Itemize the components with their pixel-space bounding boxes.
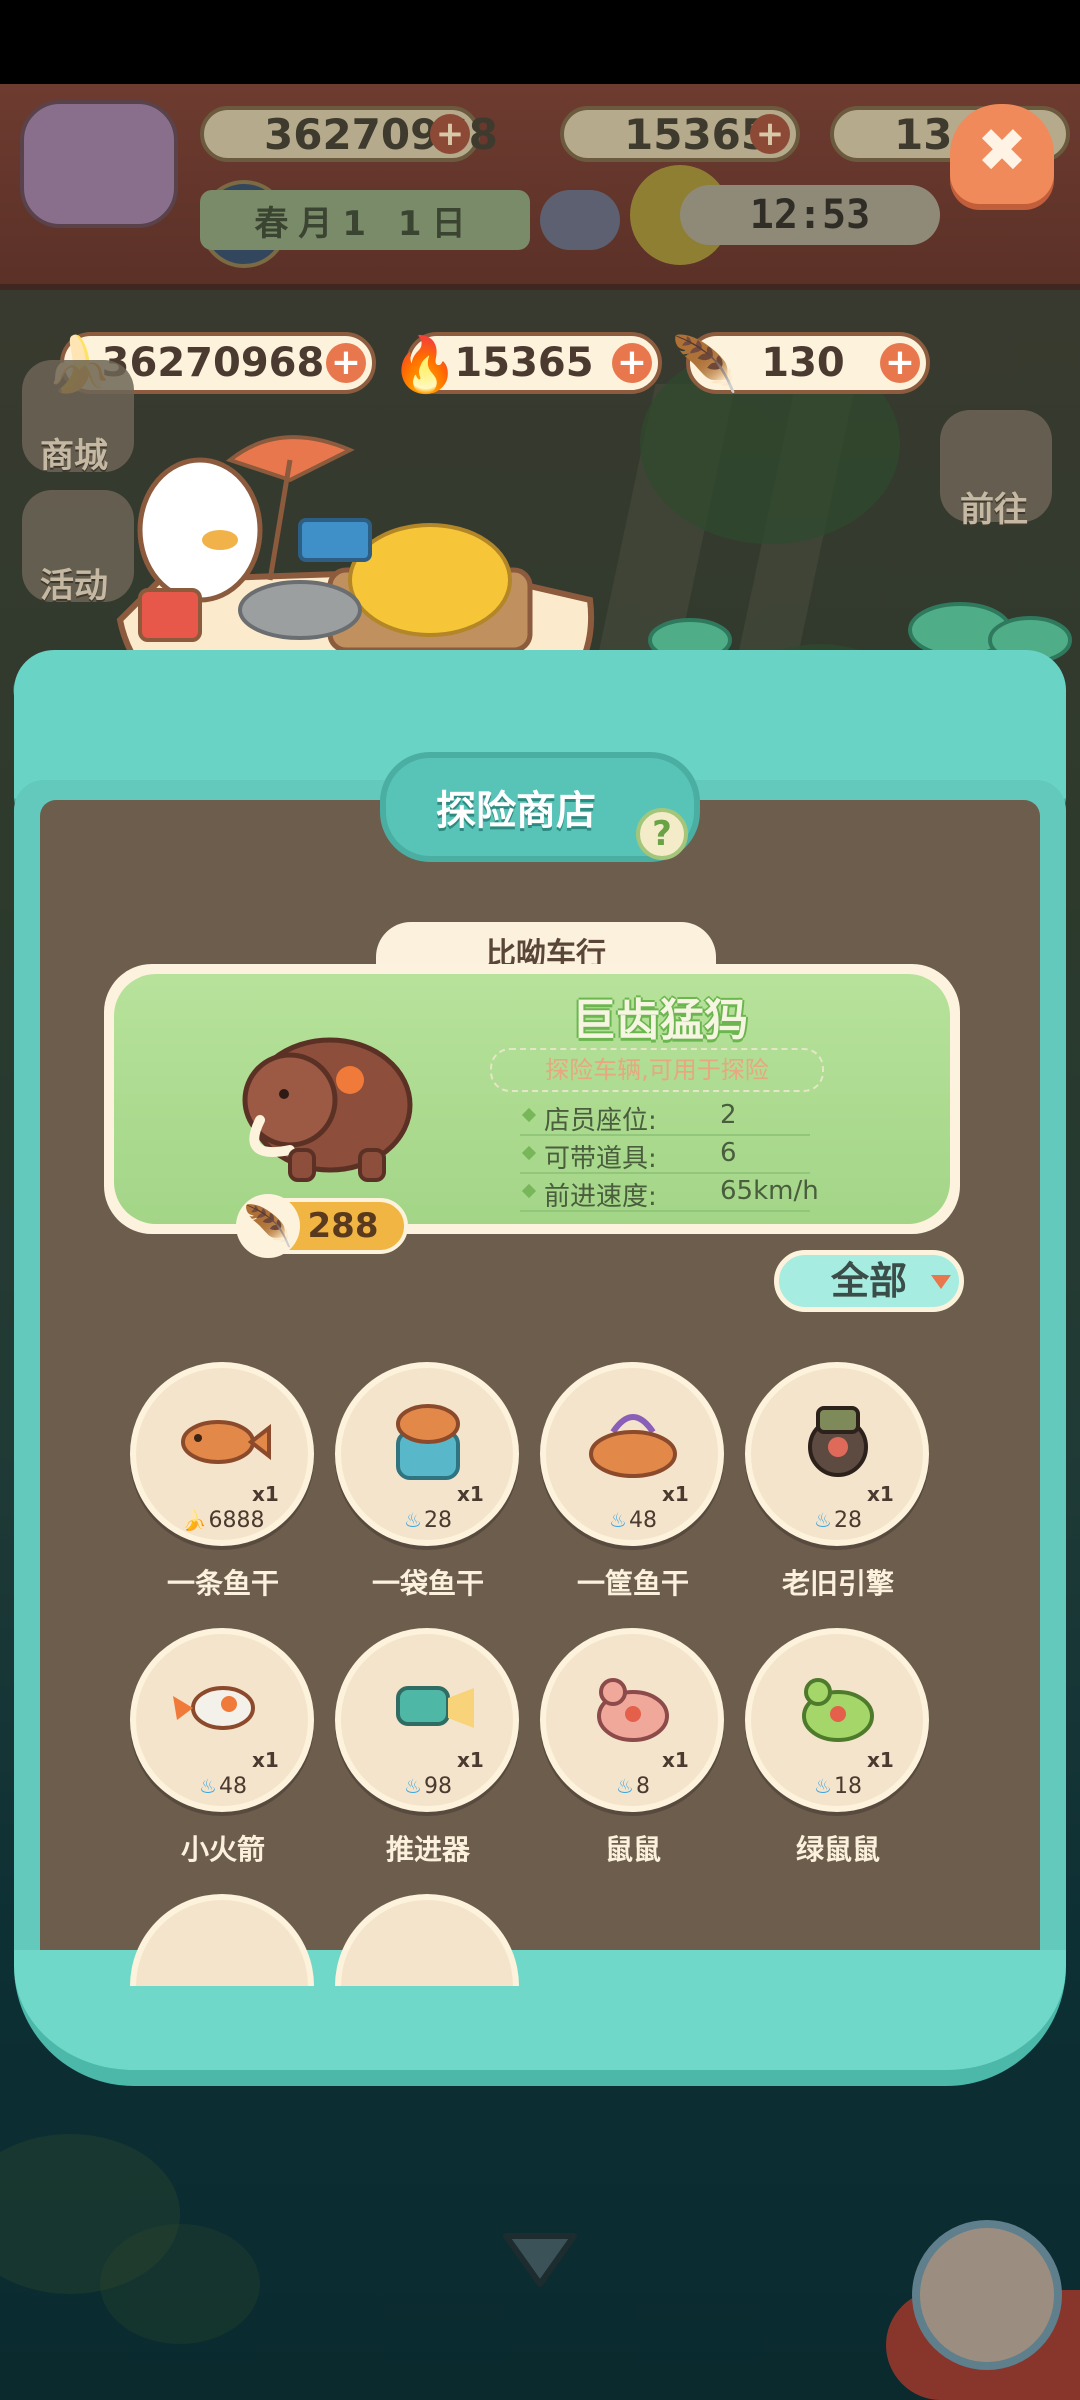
blue-flame-icon: ♨ <box>609 1508 627 1532</box>
banana-icon: 🍌 <box>181 1508 207 1532</box>
close-button[interactable]: ✖ <box>950 84 1054 224</box>
add-fire-button[interactable]: + <box>612 343 652 383</box>
item-name: 鼠鼠 <box>604 1833 661 1866</box>
featured-item-name: 巨齿猛犸 <box>572 995 748 1046</box>
item-name: 小火箭 <box>180 1833 265 1866</box>
blue-flame-icon: 🔥 <box>391 333 459 396</box>
mammoth-icon <box>242 1037 413 1182</box>
featured-item-description: 探险车辆,可用于探险 <box>490 1048 824 1092</box>
shop-item[interactable]: x1 ♨18 绿鼠鼠 <box>743 1628 933 1888</box>
blue-feather-icon: 🪶 <box>236 1194 300 1258</box>
old-engine-icon <box>808 1406 868 1477</box>
add-banana-button[interactable]: + <box>326 343 366 383</box>
goto-label: 前往 <box>960 490 1028 530</box>
shop-item[interactable]: x1 ♨48 小火箭 <box>128 1628 318 1888</box>
fish-bag-icon <box>396 1404 460 1480</box>
item-name: 一筐鱼干 <box>576 1567 689 1600</box>
stat-row-seats: 店员座位: 2 <box>520 1100 810 1136</box>
thruster-icon <box>396 1686 474 1728</box>
shop-item[interactable]: x1 🍌6888 一条鱼干 <box>128 1362 318 1622</box>
item-name: 绿鼠鼠 <box>795 1833 880 1866</box>
stat-row-speed: 前进速度: 65km/h <box>520 1176 819 1212</box>
player-avatar <box>20 100 178 228</box>
green-mouse-icon <box>802 1678 874 1742</box>
hud-banana-counter: 36270968 + <box>200 106 498 162</box>
blue-flame-icon: ♨ <box>404 1774 422 1798</box>
blue-flame-icon: ♨ <box>616 1774 634 1798</box>
help-button[interactable]: ? <box>636 808 688 860</box>
item-name: 推进器 <box>385 1833 470 1866</box>
mouse-icon <box>597 1678 669 1742</box>
system-status-bar <box>0 0 1080 84</box>
bullet-icon <box>521 1107 537 1123</box>
game-clock: 12:53 <box>680 185 940 245</box>
bullet-icon <box>521 1145 537 1161</box>
shop-item[interactable]: x1 ♨48 一筐鱼干 <box>538 1362 728 1622</box>
calendar-date: 春月1 1日 <box>200 190 530 250</box>
blue-flame-icon: ♨ <box>814 1508 832 1532</box>
rain-cloud-icon <box>540 190 620 250</box>
question-icon: ? <box>652 814 672 854</box>
blue-feather-icon: 🪶 <box>671 333 739 396</box>
item-name: 老旧引擎 <box>781 1567 894 1600</box>
blue-flame-icon: ♨ <box>199 1774 217 1798</box>
yarn-ball-button[interactable] <box>912 2220 1062 2370</box>
blue-flame-icon: ♨ <box>814 1774 832 1798</box>
dried-fish-icon <box>181 1420 271 1464</box>
small-rocket-icon <box>173 1686 255 1730</box>
fish-basket-icon <box>589 1414 677 1478</box>
item-name: 一条鱼干 <box>166 1567 279 1600</box>
shop-item[interactable]: x1 ♨28 老旧引擎 <box>743 1362 933 1622</box>
feather-counter: 🪶 130 + <box>671 332 930 396</box>
add-feather-button[interactable]: + <box>880 343 920 383</box>
shop-title: 探险商店 <box>436 788 596 834</box>
dropdown-arrow-icon <box>931 1275 951 1289</box>
shop-item[interactable]: x1 ♨98 推进器 <box>333 1628 523 1888</box>
mall-label: 商城 <box>40 436 108 476</box>
blue-flame-icon: ♨ <box>404 1508 422 1532</box>
item-name: 一袋鱼干 <box>371 1567 484 1600</box>
shop-item[interactable]: x1 ♨28 一袋鱼干 <box>333 1362 523 1622</box>
collapse-down-arrow-icon[interactable] <box>500 2230 580 2290</box>
hud-fire-counter: 15365 + <box>560 106 800 162</box>
stat-row-items: 可带道具: 6 <box>520 1138 810 1174</box>
bullet-icon <box>521 1183 537 1199</box>
filter-dropdown[interactable]: 全部 <box>774 1250 964 1312</box>
shop-item[interactable]: x1 ♨8 鼠鼠 <box>538 1628 728 1888</box>
fire-counter: 🔥 15365 + <box>391 332 662 396</box>
close-icon: ✖ <box>976 116 1028 186</box>
filter-label: 全部 <box>830 1259 907 1303</box>
